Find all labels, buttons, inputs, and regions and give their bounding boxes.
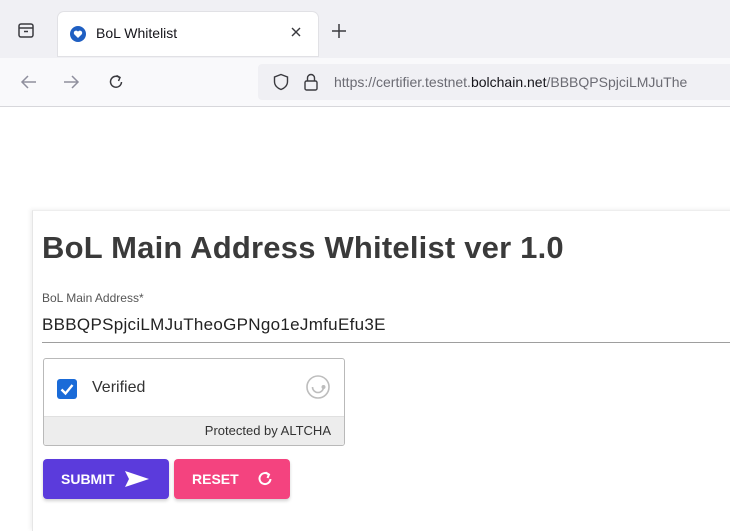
plus-icon[interactable]	[330, 22, 348, 40]
address-bar[interactable]: https://certifier.testnet.bolchain.net/B…	[258, 64, 730, 100]
forward-arrow-icon[interactable]	[62, 73, 80, 91]
altcha-widget: Verified Protected by ALTCHA	[43, 358, 345, 446]
reload-icon[interactable]	[106, 72, 126, 92]
tab-bol-whitelist[interactable]: BoL Whitelist	[58, 12, 318, 56]
url-text: https://certifier.testnet.bolchain.net/B…	[334, 74, 688, 90]
refresh-icon	[258, 471, 272, 486]
send-arrow-icon	[125, 471, 149, 487]
browser-tab-strip: BoL Whitelist	[0, 0, 730, 58]
reset-button[interactable]: RESET	[174, 459, 290, 499]
altcha-footer-text: Protected by ALTCHA	[204, 423, 331, 438]
tab-title: BoL Whitelist	[96, 25, 178, 41]
verified-label: Verified	[92, 379, 146, 396]
browser-nav-bar: https://certifier.testnet.bolchain.net/B…	[0, 58, 730, 107]
shield-icon[interactable]	[272, 73, 290, 91]
page-title: BoL Main Address Whitelist ver 1.0	[42, 230, 564, 265]
altcha-footer: Protected by ALTCHA	[44, 416, 344, 445]
altcha-logo-icon	[304, 373, 332, 401]
lock-icon[interactable]	[302, 72, 320, 92]
submit-label: SUBMIT	[61, 471, 115, 487]
address-input[interactable]	[42, 308, 730, 343]
address-field-label: BoL Main Address*	[42, 291, 144, 305]
close-icon[interactable]	[286, 22, 306, 42]
reset-label: RESET	[192, 471, 239, 487]
verified-checkbox[interactable]	[57, 379, 77, 399]
submit-button[interactable]: SUBMIT	[43, 459, 169, 499]
bol-heart-icon	[70, 26, 86, 42]
tab-list-icon[interactable]	[16, 20, 36, 40]
back-arrow-icon[interactable]	[20, 73, 38, 91]
